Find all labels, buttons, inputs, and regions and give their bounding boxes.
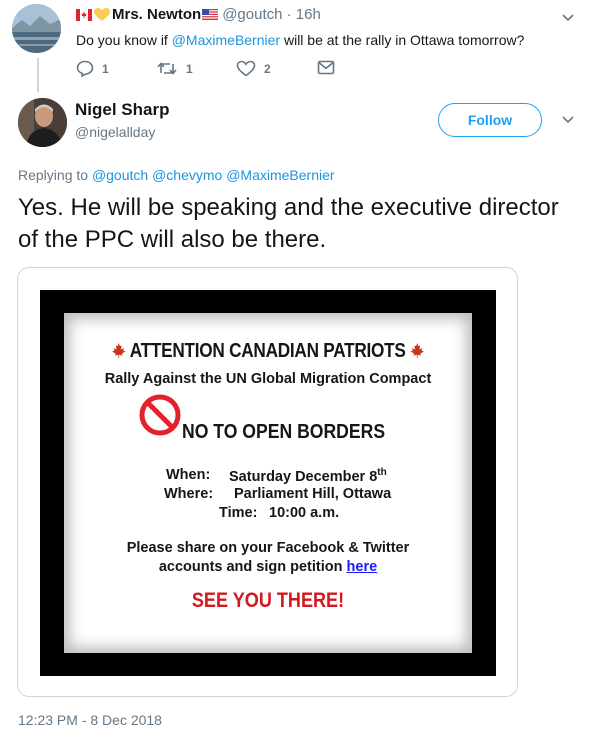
replying-to: Replying to @goutch @chevymo @MaximeBern…: [18, 167, 335, 183]
rally-poster: ATTENTION CANADIAN PATRIOTS Rally Agains…: [64, 313, 472, 653]
avatar[interactable]: [12, 4, 61, 53]
poster-closing: SEE YOU THERE!: [191, 589, 345, 612]
when-value: Saturday December 8th: [229, 467, 387, 485]
like-count: 2: [264, 61, 271, 76]
parent-tweet-actions: 1 1 2: [76, 60, 356, 80]
when-label: When:: [166, 467, 211, 483]
tweet-timestamp[interactable]: 12:23 PM - 8 Dec 2018: [18, 712, 162, 728]
envelope-icon: [317, 60, 335, 75]
tweet-text: Yes. He will be speaking and the executi…: [18, 194, 559, 253]
parent-display-name[interactable]: Mrs. Newton: [112, 6, 201, 23]
tweet-image-card[interactable]: ATTENTION CANADIAN PATRIOTS Rally Agains…: [17, 267, 518, 697]
retweet-icon: [157, 62, 177, 75]
retweet-button[interactable]: 1: [156, 60, 193, 77]
like-button[interactable]: 2: [236, 60, 271, 77]
time-label: Time:: [219, 505, 258, 521]
avatar[interactable]: [18, 98, 67, 147]
author-handle[interactable]: @nigelallday: [75, 124, 155, 140]
poster-subtitle: Rally Against the UN Global Migration Co…: [104, 371, 432, 387]
when-suffix: th: [377, 467, 387, 478]
replying-to-links[interactable]: @goutch @chevymo @MaximeBernier: [92, 167, 335, 183]
poster-title: ATTENTION CANADIAN PATRIOTS: [93, 340, 444, 363]
avatar-image: [12, 4, 61, 53]
author-display-name[interactable]: Nigel Sharp: [75, 100, 169, 120]
follow-button[interactable]: Follow: [438, 103, 542, 137]
parent-handle[interactable]: @goutch: [222, 6, 282, 23]
yellow-heart-icon: [94, 8, 110, 22]
prohibition-icon: [139, 394, 181, 436]
share-line-1: Please share on your Facebook & Twitter: [126, 540, 410, 556]
parent-tweet-header: Mrs. Newton @goutch · 16h: [76, 6, 321, 23]
avatar-image: [18, 98, 67, 147]
reply-count: 1: [102, 61, 109, 76]
mention-link[interactable]: @MaximeBernier: [172, 32, 280, 48]
us-flag-icon: [202, 7, 219, 20]
reply-icon: [76, 60, 94, 77]
parent-time[interactable]: · 16h: [287, 6, 321, 23]
where-value: Parliament Hill, Ottawa: [234, 486, 392, 502]
share-line-2: accounts and sign petition here: [64, 559, 472, 575]
poster-headline: NO TO OPEN BORDERS: [182, 421, 386, 443]
time-value: 10:00 a.m.: [269, 505, 340, 521]
maple-leaf-icon: [410, 342, 425, 359]
chevron-down-icon[interactable]: [561, 10, 575, 28]
direct-message-button[interactable]: [317, 60, 343, 75]
retweet-count: 1: [186, 61, 193, 76]
replying-label: Replying to: [18, 167, 92, 183]
reply-button[interactable]: 1: [76, 60, 109, 77]
share-line-2-text: accounts and sign petition: [158, 559, 347, 575]
parent-text-part: Do you know if: [76, 32, 172, 48]
when-date: Saturday December 8: [229, 468, 378, 485]
petition-link: here: [346, 559, 378, 575]
heart-icon: [236, 60, 256, 77]
chevron-down-icon[interactable]: [561, 112, 575, 130]
poster-title-text: ATTENTION CANADIAN PATRIOTS: [129, 340, 406, 362]
canada-flag-icon: [76, 8, 92, 21]
maple-leaf-icon: [111, 342, 126, 359]
parent-text-part: will be at the rally in Ottawa tomorrow?: [280, 32, 525, 48]
parent-tweet-text: Do you know if @MaximeBernier will be at…: [76, 32, 524, 48]
where-label: Where:: [164, 486, 214, 502]
thread-line: [37, 58, 39, 92]
